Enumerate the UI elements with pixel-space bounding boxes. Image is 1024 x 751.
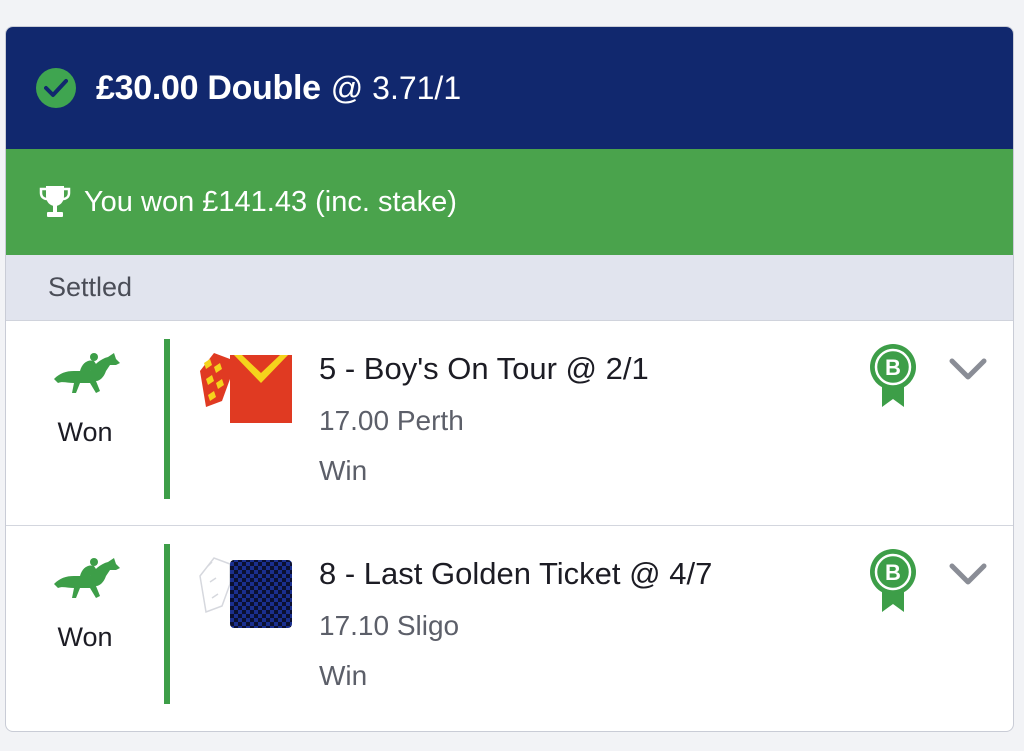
selection-market: Win [319,660,368,691]
horse-racing-icon [54,353,120,393]
chevron-down-icon[interactable] [946,351,990,387]
trophy-icon [36,183,74,221]
selection-row[interactable]: Won 8 - Last Golden Ticket @ 4/7 17.10 S… [6,526,1013,731]
selection-time-venue: 17.00 Perth [319,405,464,436]
bet-status-label: Settled [48,272,133,302]
boost-badge-icon: B [870,344,916,407]
page: £30.00 Double @ 3.71/1 You won £141.43 (… [0,0,1024,751]
result-column: Won [6,321,170,525]
result-label: Won [57,622,113,652]
bet-stake-type: £30.00 Double [96,68,321,107]
chevron-down-icon[interactable] [946,556,990,592]
result-label: Won [57,417,113,447]
bet-odds: @ 3.71/1 [330,69,462,106]
check-circle-icon [36,68,76,108]
selection-market: Win [319,455,368,486]
boost-badge-icon: B [870,549,916,612]
horse-racing-icon [54,558,120,598]
winnings-text: You won £141.43 (inc. stake) [84,185,457,218]
bet-status-bar: Settled [6,255,1013,321]
silks-icon [199,557,292,628]
result-divider [164,544,170,704]
winnings-banner: You won £141.43 (inc. stake) [6,149,1013,255]
selection-time-venue: 17.10 Sligo [319,610,460,641]
result-column: Won [6,526,170,731]
selection-name: 8 - Last Golden Ticket @ 4/7 [319,556,713,591]
boost-badge-letter: B [885,355,901,380]
selection-row[interactable]: Won 5 - Boy's On Tour @ 2/1 17.00 Perth … [6,321,1013,526]
bet-header: £30.00 Double @ 3.71/1 [6,27,1013,149]
selection-name: 5 - Boy's On Tour @ 2/1 [319,351,649,386]
silks-icon [200,353,292,423]
boost-badge-letter: B [885,560,901,585]
result-divider [164,339,170,499]
bet-card: £30.00 Double @ 3.71/1 You won £141.43 (… [5,26,1014,732]
